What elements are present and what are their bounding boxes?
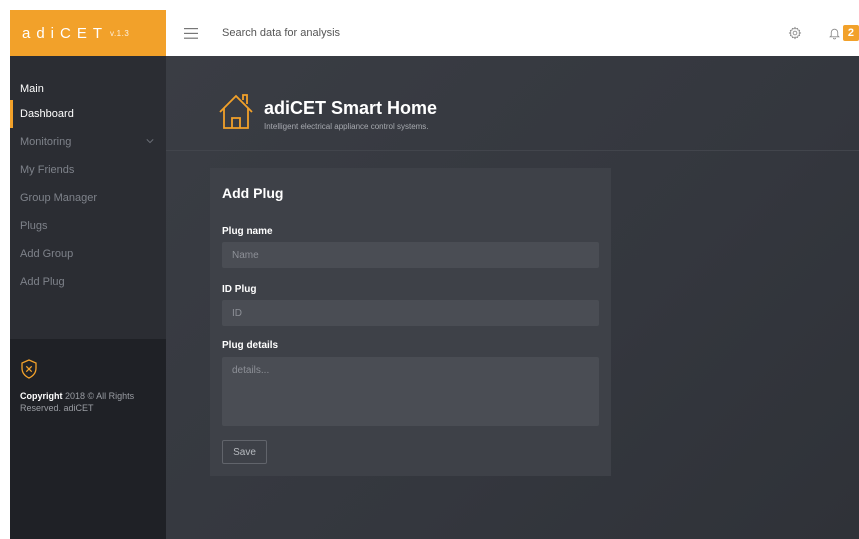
sidebar-item-add-group[interactable]: Add Group — [10, 240, 166, 268]
add-plug-form: Add Plug Plug name ID Plug Plug details … — [210, 168, 611, 476]
sidebar-item-dashboard[interactable]: Dashboard — [10, 100, 166, 128]
notifications-button[interactable]: 2 — [828, 25, 859, 41]
brand-logo[interactable]: adiCET v.1.3 — [10, 10, 166, 56]
settings-gear-icon[interactable] — [788, 26, 802, 40]
sidebar-item-plugs[interactable]: Plugs — [10, 212, 166, 240]
top-right-actions: 2 — [788, 10, 859, 56]
plug-details-label: Plug details — [222, 340, 279, 351]
brand-version: v.1.3 — [110, 28, 130, 38]
id-plug-input[interactable] — [222, 300, 599, 326]
copyright-text: Copyright 2018 © All Rights Reserved. ad… — [20, 390, 160, 414]
home-icon — [218, 92, 254, 135]
chevron-down-icon — [146, 128, 154, 156]
top-bar: 2 — [166, 10, 859, 56]
bell-icon — [828, 26, 841, 40]
sidebar: Main Dashboard Monitoring My Friends Gro… — [10, 56, 166, 539]
plug-name-label: Plug name — [222, 226, 273, 237]
page-subtitle: Intelligent electrical appliance control… — [264, 122, 429, 131]
sidebar-item-label: Monitoring — [20, 136, 72, 148]
copyright-bold: Copyright — [20, 391, 63, 401]
sidebar-item-label: Add Group — [20, 248, 74, 260]
sidebar-item-label: Dashboard — [20, 108, 74, 120]
save-button[interactable]: Save — [222, 440, 267, 464]
sidebar-item-monitoring[interactable]: Monitoring — [10, 128, 166, 156]
main-content: adiCET Smart Home Intelligent electrical… — [166, 56, 859, 539]
sidebar-item-add-plug[interactable]: Add Plug — [10, 268, 166, 296]
plug-name-input[interactable] — [222, 242, 599, 268]
sidebar-nav: Main Dashboard Monitoring My Friends Gro… — [10, 56, 166, 339]
sidebar-item-label: Group Manager — [20, 192, 98, 204]
sidebar-item-label: Plugs — [20, 220, 48, 232]
search-input[interactable] — [220, 26, 524, 40]
shield-icon — [20, 359, 166, 384]
sidebar-item-label: Add Plug — [20, 276, 65, 288]
page-title: adiCET Smart Home — [264, 98, 438, 118]
form-title: Add Plug — [222, 185, 284, 201]
sidebar-item-group-manager[interactable]: Group Manager — [10, 184, 166, 212]
sidebar-heading-main: Main — [20, 83, 44, 95]
sidebar-footer: Copyright 2018 © All Rights Reserved. ad… — [10, 339, 166, 539]
hamburger-menu-icon[interactable] — [174, 27, 208, 39]
sidebar-item-my-friends[interactable]: My Friends — [10, 156, 166, 184]
app-window: adiCET v.1.3 Search data for analysis 2 … — [10, 10, 859, 539]
sidebar-item-label: My Friends — [20, 164, 75, 176]
brand-name: adiCET — [22, 24, 109, 42]
notification-count-badge: 2 — [842, 25, 859, 41]
id-plug-label: ID Plug — [222, 284, 257, 295]
page-header: adiCET Smart Home Intelligent electrical… — [166, 56, 859, 151]
plug-details-textarea[interactable] — [222, 357, 599, 426]
